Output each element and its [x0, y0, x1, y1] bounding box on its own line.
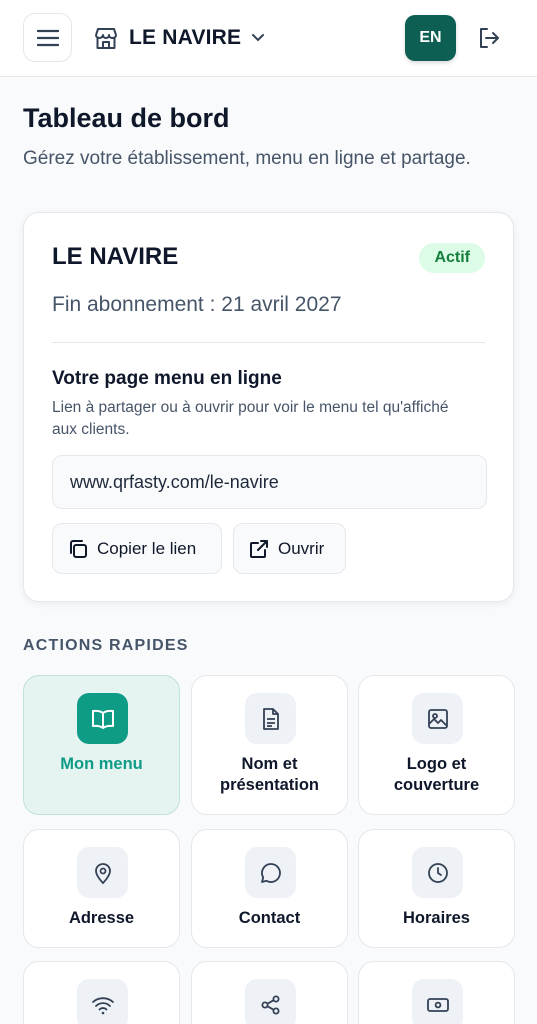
external-link-icon [248, 538, 270, 560]
image-icon [412, 693, 463, 744]
copy-icon [67, 538, 89, 560]
open-label: Ouvrir [278, 538, 325, 558]
share-icon [245, 979, 296, 1024]
page-title: Tableau de bord [23, 103, 230, 133]
map-pin-icon [77, 847, 128, 898]
tile-adresse[interactable]: Adresse [23, 829, 180, 948]
quick-actions-label: ACTIONS RAPIDES [23, 637, 189, 654]
tile-payment[interactable] [358, 961, 515, 1024]
divider [52, 342, 485, 343]
tile-horaires[interactable]: Horaires [358, 829, 515, 948]
tile-mon-menu[interactable]: Mon menu [23, 675, 180, 815]
tile-logo-couverture[interactable]: Logo et couverture [358, 675, 515, 815]
online-menu-description: Lien à partager ou à ouvrir pour voir le… [52, 399, 449, 438]
page-subtitle: Gérez votre établissement, menu en ligne… [23, 148, 471, 169]
document-icon [245, 693, 296, 744]
establishment-name: LE NAVIRE [52, 243, 179, 270]
top-bar: LE NAVIRE EN [0, 0, 537, 77]
online-menu-title: Votre page menu en ligne [52, 368, 282, 389]
tile-share[interactable] [191, 961, 348, 1024]
tile-wifi[interactable] [23, 961, 180, 1024]
tile-label: Logo et couverture [393, 755, 480, 794]
store-name: LE NAVIRE [129, 26, 242, 49]
subscription-end: Fin abonnement : 21 avril 2027 [52, 293, 342, 316]
banknote-icon [412, 979, 463, 1024]
tile-label: Mon menu [60, 755, 143, 773]
tile-label: Nom et présentation [219, 755, 320, 794]
menu-url-field[interactable]: www.qrfasty.com/le-navire [52, 455, 487, 509]
copy-link-button[interactable]: Copier le lien [52, 523, 222, 574]
chat-icon [245, 847, 296, 898]
status-badge: Actif [419, 243, 485, 273]
language-button[interactable]: EN [405, 15, 456, 61]
tile-contact[interactable]: Contact [191, 829, 348, 948]
tile-nom-presentation[interactable]: Nom et présentation [191, 675, 348, 815]
clock-icon [412, 847, 463, 898]
store-switcher[interactable]: LE NAVIRE [93, 23, 265, 53]
logout-icon [477, 26, 503, 50]
tile-label: Contact [238, 909, 301, 927]
store-icon [93, 26, 119, 50]
logout-button[interactable] [474, 22, 506, 54]
wifi-icon [77, 979, 128, 1024]
hamburger-icon [36, 29, 59, 47]
menu-button[interactable] [23, 13, 72, 62]
chevron-down-icon [251, 33, 265, 43]
establishment-card: LE NAVIRE Actif Fin abonnement : 21 avri… [23, 212, 514, 602]
tile-label: Adresse [68, 909, 135, 927]
copy-link-label: Copier le lien [97, 538, 197, 558]
open-button[interactable]: Ouvrir [233, 523, 346, 574]
tile-label: Horaires [403, 909, 470, 927]
book-icon [77, 693, 128, 744]
